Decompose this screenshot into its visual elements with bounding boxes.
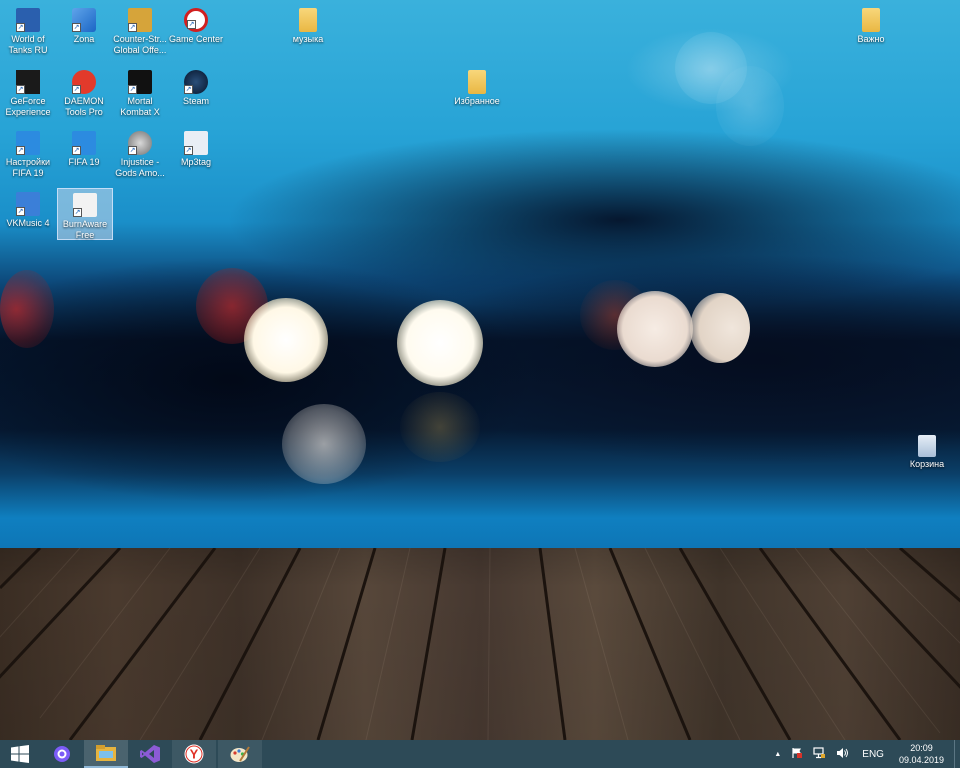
icon-label: VKMusic 4: [6, 218, 50, 228]
language-indicator[interactable]: ENG: [862, 749, 884, 760]
wooden-floor: [0, 548, 960, 740]
folder-icon: [862, 8, 880, 32]
desktop-icon-burnaware[interactable]: ↗ BurnAware Free: [57, 188, 113, 240]
floor-planks-drawing: [0, 548, 960, 740]
bokeh-light: [690, 293, 750, 363]
vkmusic-icon: ↗: [16, 192, 40, 216]
bokeh-light: [400, 392, 480, 462]
icon-label: GeForce Experience: [5, 96, 51, 117]
burnaware-icon: ↗: [73, 193, 97, 217]
show-hidden-icons-chevron[interactable]: ▲: [774, 751, 781, 758]
icon-label: Mortal Kombat X: [120, 96, 160, 117]
volume-icon[interactable]: [836, 747, 849, 762]
system-tray: ▲ ENG 20:09 09.04.2019: [769, 740, 960, 768]
desktop-icon-mortal-kombat[interactable]: ↗ Mortal Kombat X: [112, 66, 168, 118]
bokeh-light: [282, 404, 366, 484]
icon-label: Корзина: [909, 459, 945, 469]
visual-studio-button[interactable]: [128, 740, 172, 768]
fifa-icon: ↗: [72, 131, 96, 155]
world-of-tanks-icon: ↗: [16, 8, 40, 32]
yandex-browser-icon: Y: [184, 744, 204, 764]
bokeh-light: [397, 300, 483, 386]
icon-label: Избранное: [454, 96, 500, 106]
bokeh-light: [716, 66, 784, 146]
paint-icon: [230, 746, 250, 762]
folder-icon: [299, 8, 317, 32]
action-center-flag-icon[interactable]: [791, 747, 803, 762]
bokeh-light: [0, 270, 54, 348]
csgo-icon: ↗: [128, 8, 152, 32]
icon-label: DAEMON Tools Pro: [64, 96, 104, 117]
desktop-wallpaper[interactable]: ↗ World of Tanks RU ↗ GeForce Experience…: [0, 0, 960, 740]
mp3tag-icon: ↗: [184, 131, 208, 155]
bokeh-light: [244, 298, 328, 382]
recycle-bin-icon: [918, 435, 936, 457]
mortal-kombat-icon: ↗: [128, 70, 152, 94]
clock-date: 09.04.2019: [898, 755, 944, 765]
alice-assistant-icon: [54, 746, 70, 762]
desktop-icon-geforce[interactable]: ↗ GeForce Experience: [0, 66, 56, 118]
desktop-icon-daemon-tools[interactable]: ↗ DAEMON Tools Pro: [56, 66, 112, 118]
clock-time: 20:09: [910, 743, 933, 753]
file-explorer-icon: [96, 745, 116, 761]
icon-label: Mp3tag: [180, 157, 212, 167]
show-desktop-button[interactable]: [954, 740, 960, 768]
icon-label: Counter-Str... Global Offe...: [113, 34, 167, 55]
taskbar: Y ▲ ENG 20:09 09.04.2019: [0, 740, 960, 768]
alice-assistant-button[interactable]: [40, 740, 84, 768]
paint-button[interactable]: [218, 740, 262, 768]
icon-label: Game Center: [168, 34, 224, 44]
folder-icon: [468, 70, 486, 94]
geforce-icon: ↗: [16, 70, 40, 94]
desktop-folder-music[interactable]: музыка: [280, 4, 336, 56]
fifa-settings-icon: ↗: [16, 131, 40, 155]
clock[interactable]: 20:09 09.04.2019: [899, 742, 944, 766]
desktop-icon-fifa[interactable]: ↗ FIFA 19: [56, 127, 112, 179]
desktop-icon-game-center[interactable]: ↗ Game Center: [168, 4, 224, 56]
desktop-icon-mp3tag[interactable]: ↗ Mp3tag: [168, 127, 224, 179]
start-button[interactable]: [0, 740, 40, 768]
yandex-glyph: Y: [190, 747, 199, 762]
desktop-icon-injustice[interactable]: ↗ Injustice - Gods Amo...: [112, 127, 168, 179]
daemon-tools-icon: ↗: [72, 70, 96, 94]
icon-label: Важно: [857, 34, 885, 44]
desktop-icon-recycle-bin[interactable]: Корзина: [899, 431, 955, 483]
steam-icon: ↗: [184, 70, 208, 94]
bokeh-light: [617, 291, 693, 367]
game-center-icon: ↗: [184, 8, 208, 32]
desktop-icon-vkmusic[interactable]: ↗ VKMusic 4: [0, 188, 56, 240]
icon-label: Injustice - Gods Amo...: [115, 157, 165, 178]
desktop-icon-csgo[interactable]: ↗ Counter-Str... Global Offe...: [112, 4, 168, 56]
windows-start-icon: [11, 745, 29, 763]
icon-label: Zona: [73, 34, 95, 44]
icon-label: музыка: [292, 34, 324, 44]
desktop-icon-steam[interactable]: ↗ Steam: [168, 66, 224, 118]
network-icon[interactable]: [813, 746, 826, 762]
icon-label: BurnAware Free: [62, 219, 108, 240]
zona-icon: ↗: [72, 8, 96, 32]
visual-studio-icon: [140, 745, 160, 763]
desktop-folder-favorites[interactable]: Избранное: [449, 66, 505, 118]
desktop-icon-world-of-tanks[interactable]: ↗ World of Tanks RU: [0, 4, 56, 56]
icon-label: FIFA 19: [68, 157, 100, 167]
desktop-icon-zona[interactable]: ↗ Zona: [56, 4, 112, 56]
icon-label: Настройки FIFA 19: [5, 157, 51, 178]
desktop-folder-important[interactable]: Важно: [843, 4, 899, 56]
icon-label: Steam: [182, 96, 209, 106]
injustice-icon: ↗: [128, 131, 152, 155]
desktop-icon-fifa-settings[interactable]: ↗ Настройки FIFA 19: [0, 127, 56, 179]
yandex-browser-button[interactable]: Y: [172, 740, 216, 768]
icon-label: World of Tanks RU: [8, 34, 48, 55]
file-explorer-button[interactable]: [84, 740, 128, 768]
